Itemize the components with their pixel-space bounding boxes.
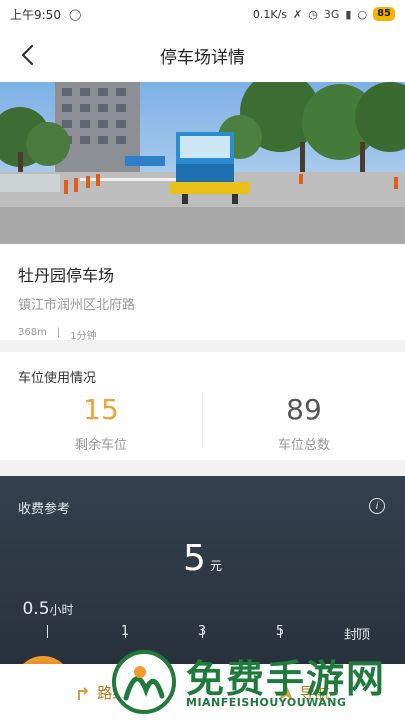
tick-mark (47, 625, 48, 638)
parking-lot-photo (0, 82, 405, 244)
route-icon (78, 687, 89, 700)
info-icon[interactable]: i (369, 498, 385, 514)
tick-unit: 小时 (49, 603, 74, 617)
battery-indicator: 85 (373, 7, 395, 21)
fee-amount: 5元 (0, 538, 405, 579)
lot-address: 镇江市润州区北府路 (18, 298, 136, 313)
network-speed: 0.1K/s (252, 7, 288, 21)
chevron-left-icon (21, 44, 34, 66)
total-spaces-value: 89 (286, 393, 322, 426)
remaining-spaces: 15 剩余车位 (0, 390, 202, 453)
remaining-spaces-label: 剩余车位 (74, 438, 127, 453)
fee-amount-unit: 元 (209, 559, 222, 573)
tick-mark (202, 628, 203, 638)
back-button[interactable] (10, 38, 44, 72)
network-type: 3G (323, 7, 340, 21)
alarm-icon: ◷ (308, 7, 318, 21)
watermark-logo-icon (112, 650, 176, 714)
lot-travel-time: 1分钟 (70, 331, 97, 342)
fee-amount-value: 5 (183, 538, 206, 579)
remaining-spaces-value: 15 (83, 393, 119, 426)
tick-value: 0.5 (22, 599, 50, 619)
wifi-icon: ○ (357, 7, 368, 21)
status-time: 上午9:50 (10, 7, 61, 22)
lot-info-card: 牡丹园停车场 镇江市润州区北府路 368m | 1分钟 (0, 244, 405, 342)
meta-separator: | (56, 327, 61, 338)
app-header: 停车场详情 (0, 28, 405, 82)
lot-meta: 368m | 1分钟 (18, 327, 387, 342)
fee-title: 收费参考 (18, 502, 71, 517)
tick-mark (357, 628, 358, 638)
lot-name: 牡丹园停车场 (18, 266, 115, 285)
watermark-title: 免费手游网 (186, 656, 387, 701)
qq-icon: ◯ (68, 7, 82, 21)
duration-tick-0.5h[interactable]: 0.5小时 (22, 599, 73, 619)
spaces-title: 车位使用情况 (18, 371, 97, 386)
signal-icon: ▮ (345, 7, 352, 21)
total-spaces-label: 车位总数 (277, 438, 330, 453)
tick-mark (280, 628, 281, 638)
status-bar: 上午9:50 ◯ 0.1K/s ✗ ◷ 3G ▮ ○ 85 (0, 0, 405, 28)
watermark-subtitle: MIANFEISHOUYOUWANG (186, 696, 347, 709)
lot-distance: 368m (18, 327, 47, 338)
mute-icon: ✗ (293, 7, 303, 21)
page-title: 停车场详情 (160, 47, 245, 68)
spaces-card: 车位使用情况 15 剩余车位 89 车位总数 (0, 352, 405, 460)
total-spaces: 89 车位总数 (203, 390, 405, 453)
tick-mark (125, 628, 126, 638)
